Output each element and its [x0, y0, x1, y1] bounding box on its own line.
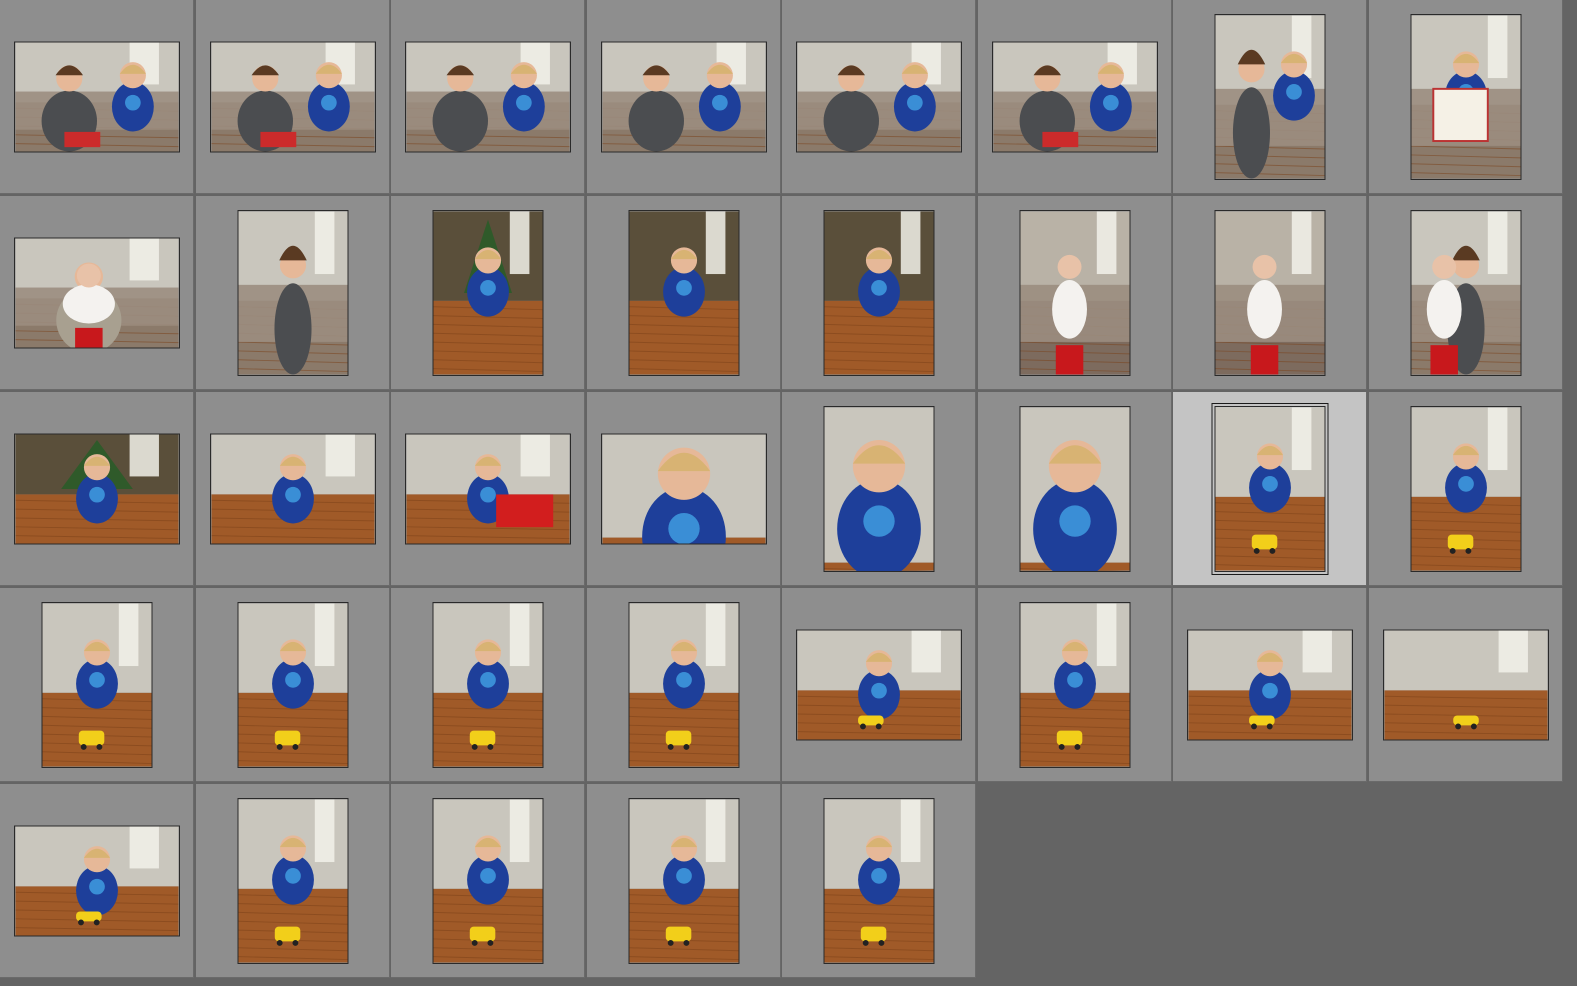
- grid-cell[interactable]: [0, 196, 194, 390]
- grid-cell[interactable]: [1173, 0, 1367, 194]
- grid-cell[interactable]: [196, 392, 390, 586]
- photo-thumbnail[interactable]: [404, 433, 571, 544]
- grid-cell[interactable]: [587, 392, 781, 586]
- photo-thumbnail[interactable]: [1410, 405, 1521, 572]
- photo-thumbnail[interactable]: [628, 209, 739, 376]
- grid-cell[interactable]: [1369, 196, 1563, 390]
- grid-cell[interactable]: [0, 0, 194, 194]
- grid-cell[interactable]: [196, 196, 390, 390]
- photo-thumbnail[interactable]: [237, 601, 348, 768]
- photo-thumbnail[interactable]: [1019, 601, 1130, 768]
- grid-cell[interactable]: [587, 588, 781, 782]
- grid-cell[interactable]: [782, 0, 976, 194]
- photo-thumbnail[interactable]: [432, 797, 543, 964]
- photo-thumbnail[interactable]: [209, 41, 376, 152]
- grid-cell[interactable]: [391, 588, 585, 782]
- photo-thumbnail[interactable]: [1382, 629, 1549, 740]
- grid-cell[interactable]: [1369, 588, 1563, 782]
- photo-thumbnail[interactable]: [628, 797, 739, 964]
- grid-cell[interactable]: [0, 784, 194, 978]
- photo-thumbnail[interactable]: [600, 41, 767, 152]
- photo-thumbnail[interactable]: [1211, 402, 1328, 575]
- grid-cell[interactable]: [0, 392, 194, 586]
- photo-thumbnail[interactable]: [237, 209, 348, 376]
- photo-thumbnail[interactable]: [795, 629, 962, 740]
- photo-thumbnail[interactable]: [1019, 405, 1130, 572]
- photo-thumbnail[interactable]: [1410, 209, 1521, 376]
- grid-cell[interactable]: [782, 196, 976, 390]
- photo-thumbnail[interactable]: [13, 41, 180, 152]
- grid-cell[interactable]: [978, 196, 1172, 390]
- grid-cell[interactable]: [782, 392, 976, 586]
- grid-cell[interactable]: [978, 392, 1172, 586]
- grid-cell[interactable]: [978, 0, 1172, 194]
- photo-thumbnail[interactable]: [823, 405, 934, 572]
- photo-grid: [0, 0, 1577, 986]
- grid-cell[interactable]: [587, 196, 781, 390]
- photo-thumbnail[interactable]: [1410, 13, 1521, 180]
- grid-cell[interactable]: [0, 588, 194, 782]
- photo-thumbnail[interactable]: [404, 41, 571, 152]
- grid-cell[interactable]: [587, 784, 781, 978]
- photo-thumbnail[interactable]: [600, 433, 767, 544]
- photo-thumbnail[interactable]: [432, 601, 543, 768]
- photo-thumbnail[interactable]: [13, 825, 180, 936]
- grid-cell[interactable]: [782, 784, 976, 978]
- photo-thumbnail[interactable]: [795, 41, 962, 152]
- photo-thumbnail[interactable]: [991, 41, 1158, 152]
- grid-cell[interactable]: [196, 588, 390, 782]
- photo-thumbnail[interactable]: [13, 237, 180, 348]
- grid-cell[interactable]: [196, 784, 390, 978]
- photo-thumbnail[interactable]: [1019, 209, 1130, 376]
- grid-cell[interactable]: [587, 0, 781, 194]
- photo-thumbnail[interactable]: [237, 797, 348, 964]
- photo-thumbnail[interactable]: [13, 433, 180, 544]
- grid-cell[interactable]: [782, 588, 976, 782]
- grid-cell[interactable]: [391, 196, 585, 390]
- grid-cell[interactable]: [391, 0, 585, 194]
- photo-thumbnail[interactable]: [1214, 209, 1325, 376]
- photo-thumbnail[interactable]: [1214, 13, 1325, 180]
- photo-thumbnail[interactable]: [823, 797, 934, 964]
- photo-thumbnail[interactable]: [1186, 629, 1353, 740]
- grid-cell[interactable]: [1173, 196, 1367, 390]
- photo-thumbnail[interactable]: [432, 209, 543, 376]
- photo-thumbnail[interactable]: [823, 209, 934, 376]
- grid-cell[interactable]: [978, 588, 1172, 782]
- grid-cell[interactable]: [391, 784, 585, 978]
- grid-cell[interactable]: [1369, 0, 1563, 194]
- photo-thumbnail[interactable]: [41, 601, 152, 768]
- grid-cell[interactable]: [1173, 588, 1367, 782]
- grid-cell[interactable]: [1173, 392, 1367, 586]
- grid-cell[interactable]: [1369, 392, 1563, 586]
- grid-cell[interactable]: [196, 0, 390, 194]
- photo-thumbnail[interactable]: [209, 433, 376, 544]
- grid-cell[interactable]: [391, 392, 585, 586]
- photo-thumbnail[interactable]: [628, 601, 739, 768]
